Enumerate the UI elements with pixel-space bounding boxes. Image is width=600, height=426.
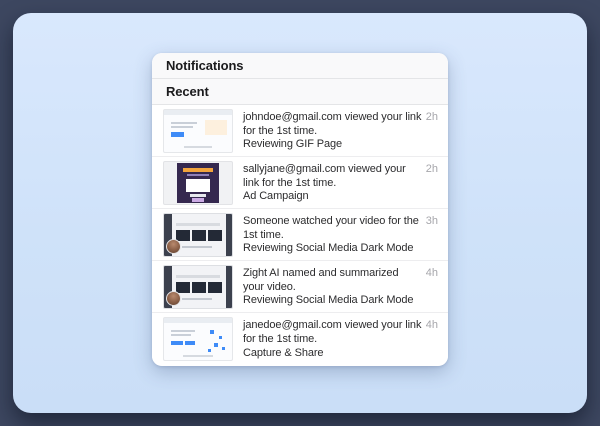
notification-time: 4h [425, 267, 438, 279]
notification-message: Someone watched your video for the 1st t… [243, 215, 419, 241]
notification-message: Zight AI named and summarized your video… [243, 267, 399, 293]
notifications-panel: Notifications Recent johndoe@gmail.com v… [152, 53, 448, 366]
notification-item[interactable]: Zight AI named and summarized your video… [152, 261, 448, 313]
notifications-header: Notifications [152, 53, 448, 79]
notification-title: Reviewing Social Media Dark Mode [243, 242, 414, 254]
notification-item[interactable]: sallyjane@gmail.com viewed your link for… [152, 157, 448, 209]
notification-thumbnail [163, 265, 233, 309]
desktop-background: { "colors": { "background": "#3d4760", "… [0, 0, 600, 426]
notification-thumbnail [163, 317, 233, 361]
recent-section-header: Recent [152, 79, 448, 105]
notification-time: 3h [425, 215, 438, 227]
notification-title: Ad Campaign [243, 190, 309, 202]
notification-time: 2h [425, 163, 438, 175]
notification-body: sallyjane@gmail.com viewed your link for… [243, 161, 422, 204]
notification-time: 2h [425, 111, 438, 123]
notification-title: Capture & Share [243, 347, 324, 359]
notification-message: sallyjane@gmail.com viewed your link for… [243, 163, 406, 189]
notification-thumbnail [163, 213, 233, 257]
notification-message: janedoe@gmail.com viewed your link for t… [243, 319, 422, 345]
notification-item[interactable]: johndoe@gmail.com viewed your link for t… [152, 105, 448, 157]
notification-thumbnail [163, 161, 233, 205]
panel-title: Notifications [166, 58, 244, 73]
notification-item[interactable]: Someone watched your video for the 1st t… [152, 209, 448, 261]
notification-title: Reviewing Social Media Dark Mode [243, 294, 414, 306]
notification-item[interactable]: janedoe@gmail.com viewed your link for t… [152, 313, 448, 365]
notification-message: johndoe@gmail.com viewed your link for t… [243, 111, 422, 137]
notification-thumbnail [163, 109, 233, 153]
notification-body: johndoe@gmail.com viewed your link for t… [243, 109, 422, 152]
notification-time: 4h [425, 319, 438, 331]
recent-section-label: Recent [166, 84, 209, 99]
notifications-list: johndoe@gmail.com viewed your link for t… [152, 105, 448, 366]
notification-body: Zight AI named and summarized your video… [243, 265, 422, 308]
notification-title: Reviewing GIF Page [243, 138, 343, 150]
notification-body: Someone watched your video for the 1st t… [243, 213, 422, 256]
notification-body: janedoe@gmail.com viewed your link for t… [243, 317, 422, 361]
